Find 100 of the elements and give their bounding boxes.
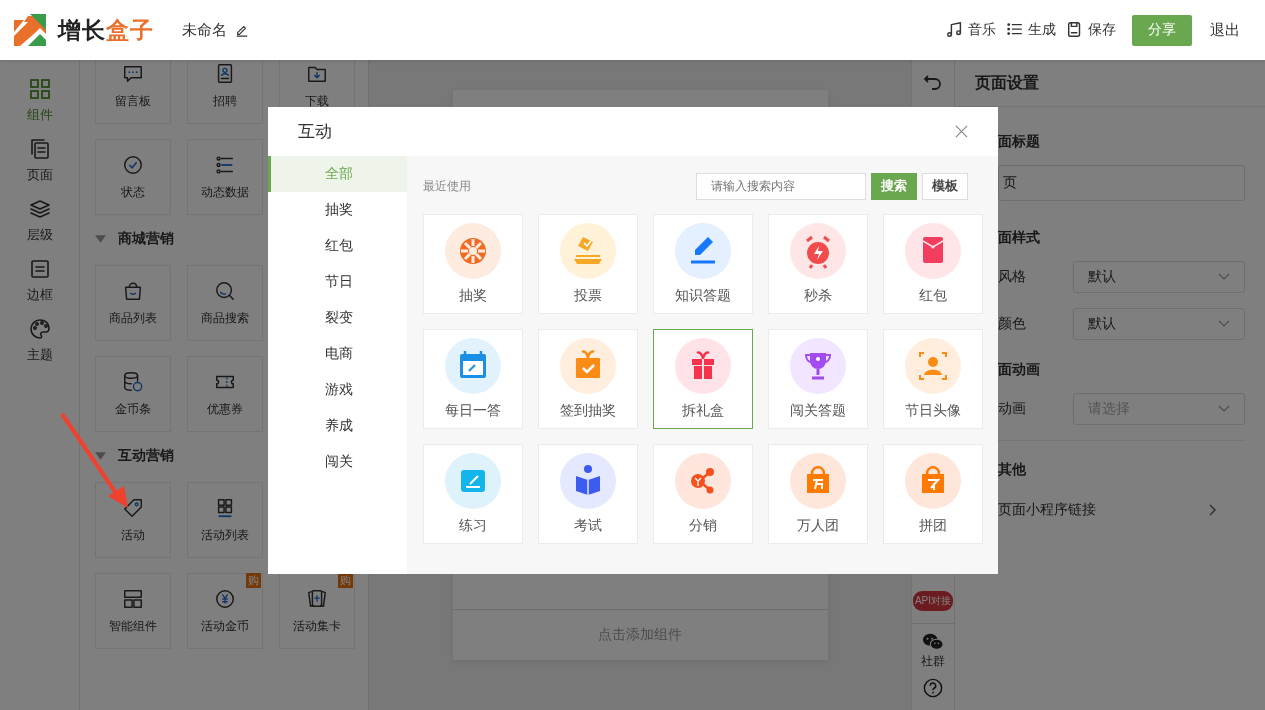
frame-icon — [28, 258, 51, 280]
layout-icon — [122, 587, 144, 610]
panel-title: 页面设置 — [975, 72, 1039, 93]
component-tile[interactable]: 智能组件 — [95, 573, 171, 649]
document-title: 未命名 — [182, 20, 227, 40]
field-label: 风格 — [998, 268, 1027, 286]
activity-tile[interactable]: 拆礼盒 — [653, 329, 753, 429]
category-tab[interactable]: 全部 — [268, 156, 407, 192]
chevron-down-icon — [1218, 405, 1230, 413]
share-button[interactable]: 分享 — [1132, 14, 1192, 46]
chevron-right-icon — [1209, 504, 1217, 516]
activity-tile[interactable]: 知识答题 — [653, 214, 753, 314]
toolbar-button[interactable]: 音乐 — [946, 21, 996, 39]
gift-icon — [675, 338, 731, 394]
section-heading: 面样式 — [998, 229, 1041, 247]
template-button[interactable]: 模板 — [922, 172, 968, 200]
activity-tile[interactable]: 考试 — [538, 444, 638, 544]
component-tile[interactable]: 招聘 — [187, 60, 263, 124]
toolbar-button[interactable]: 保存 — [1066, 21, 1116, 39]
category-tab[interactable]: 红包 — [268, 228, 407, 264]
component-tile[interactable]: 动态数据 — [187, 139, 263, 215]
section-label: 最近使用 — [423, 177, 471, 195]
activity-tile[interactable]: 拼团 — [883, 444, 983, 544]
category-tab[interactable]: 裂变 — [268, 300, 407, 336]
select-field[interactable]: 默认 — [1073, 261, 1245, 293]
toolbar-button[interactable]: 生成 — [1006, 21, 1056, 39]
component-tile[interactable]: 金币条 — [95, 356, 171, 432]
layers-icon — [28, 198, 51, 220]
component-tile[interactable]: 优惠券 — [187, 356, 263, 432]
community-label[interactable]: 社群 — [921, 653, 945, 670]
category-tab[interactable]: 抽奖 — [268, 192, 407, 228]
purchase-badge: 购 — [246, 573, 261, 589]
wheel-icon — [445, 223, 501, 279]
component-tile[interactable]: 购 活动金币 — [187, 573, 263, 649]
trophy-icon — [790, 338, 846, 394]
component-tile[interactable]: 商品搜索 — [187, 265, 263, 341]
exit-button[interactable]: 退出 — [1210, 20, 1240, 40]
logo-icon — [14, 14, 46, 46]
shopping-bag-icon — [905, 453, 961, 509]
activity-tile[interactable]: 分销 — [653, 444, 753, 544]
reading-person-icon — [560, 453, 616, 509]
section-heading: 面标题 — [998, 133, 1041, 151]
tag-icon — [122, 496, 144, 519]
ballot-box-icon — [560, 223, 616, 279]
edit-icon[interactable] — [235, 23, 249, 37]
component-tile[interactable]: 活动 — [95, 482, 171, 558]
note-edit-icon — [445, 453, 501, 509]
grid-icon — [28, 78, 51, 100]
activity-tile[interactable]: 签到抽奖 — [538, 329, 638, 429]
person-frame-icon — [905, 338, 961, 394]
help-icon[interactable] — [923, 678, 943, 698]
dialog-title: 互动 — [298, 121, 332, 143]
category-tab[interactable]: 养成 — [268, 408, 407, 444]
group-title: 互动营销 — [118, 447, 174, 465]
rail-tab[interactable]: 层级 — [9, 198, 70, 244]
category-tab[interactable]: 闯关 — [268, 444, 407, 480]
search-field[interactable]: 请输入搜索内容 — [696, 172, 866, 200]
calendar-icon — [445, 338, 501, 394]
undo-icon[interactable] — [923, 74, 943, 90]
shopping-bag-icon — [790, 453, 846, 509]
category-tab[interactable]: 节日 — [268, 264, 407, 300]
activity-tile[interactable]: 抽奖 — [423, 214, 523, 314]
logo-text: 增长盒子 — [58, 15, 154, 45]
pen-icon — [675, 223, 731, 279]
category-tab[interactable]: 电商 — [268, 336, 407, 372]
list-icon — [214, 153, 236, 176]
envelope-icon — [905, 223, 961, 279]
rail-tab[interactable]: 主题 — [9, 318, 70, 364]
cards-icon — [306, 587, 328, 610]
component-tile[interactable]: 活动列表 — [187, 482, 263, 558]
music-note-icon — [946, 21, 964, 39]
section-heading: 其他 — [998, 461, 1027, 479]
activity-tile[interactable]: 练习 — [423, 444, 523, 544]
activity-tile[interactable]: 万人团 — [768, 444, 868, 544]
link-row[interactable]: 页面小程序链接 — [998, 501, 1245, 519]
activity-tile[interactable]: 节日头像 — [883, 329, 983, 429]
chat-bubbles-icon[interactable] — [922, 632, 944, 651]
component-tile[interactable]: 商品列表 — [95, 265, 171, 341]
component-tile[interactable]: 状态 — [95, 139, 171, 215]
select-field[interactable]: 默认 — [1073, 308, 1245, 340]
activity-tile[interactable]: 每日一答 — [423, 329, 523, 429]
gift-box-icon — [560, 338, 616, 394]
activity-tile[interactable]: 投票 — [538, 214, 638, 314]
share-nodes-icon — [675, 453, 731, 509]
activity-tile[interactable]: 闯关答题 — [768, 329, 868, 429]
category-tab[interactable]: 游戏 — [268, 372, 407, 408]
title-input[interactable]: 页 — [998, 165, 1245, 201]
component-tile[interactable]: 留言板 — [95, 60, 171, 124]
close-icon[interactable] — [955, 125, 968, 138]
search-button[interactable]: 搜索 — [871, 172, 917, 200]
api-badge[interactable]: API对接 — [912, 591, 954, 611]
check-circle-icon — [122, 153, 144, 176]
rail-tab[interactable]: 组件 — [9, 78, 70, 124]
rail-tab[interactable]: 边框 — [9, 258, 70, 304]
activity-tile[interactable]: 红包 — [883, 214, 983, 314]
yen-coin-icon — [214, 587, 236, 610]
pages-icon — [28, 138, 51, 160]
field-label: 颜色 — [998, 315, 1027, 333]
rail-tab[interactable]: 页面 — [9, 138, 70, 184]
activity-tile[interactable]: 秒杀 — [768, 214, 868, 314]
